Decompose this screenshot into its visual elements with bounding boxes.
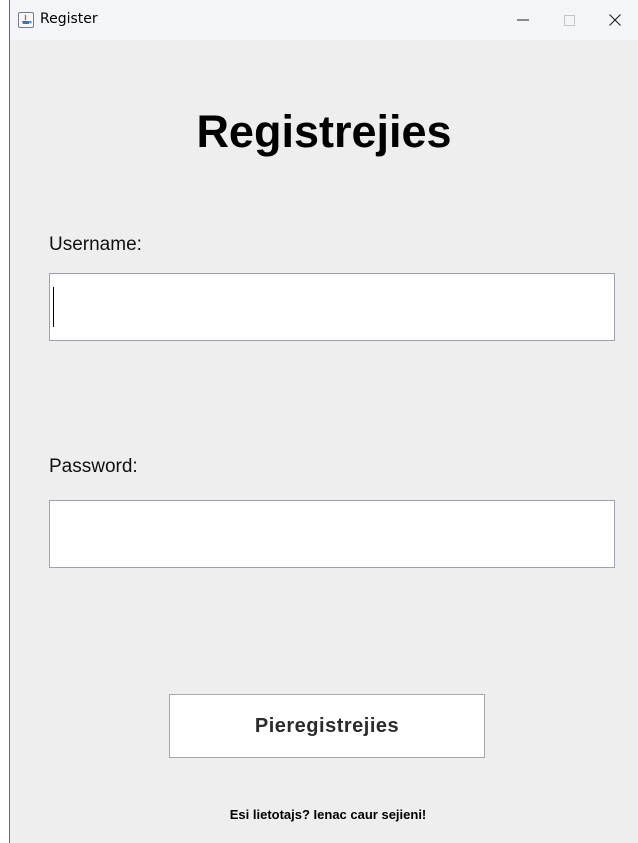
window-title: Register [40,11,98,27]
minimize-icon [517,19,529,21]
close-icon [609,14,621,26]
login-link[interactable]: Esi lietotajs? Ienac caur sejieni! [10,807,638,822]
text-caret [53,287,54,327]
register-button[interactable]: Pieregistrejies [169,694,485,758]
java-icon [18,12,34,28]
register-window: Register Registrejies Username: Password… [9,0,638,843]
username-label: Username: [49,234,142,255]
password-input[interactable] [49,500,615,568]
username-input[interactable] [49,273,615,341]
close-button[interactable] [592,0,638,40]
page-title: Registrejies [196,106,452,157]
title-bar[interactable]: Register [10,0,638,40]
minimize-button[interactable] [500,0,546,40]
maximize-icon [563,14,575,26]
password-label: Password: [49,456,138,477]
maximize-button[interactable] [546,0,592,40]
